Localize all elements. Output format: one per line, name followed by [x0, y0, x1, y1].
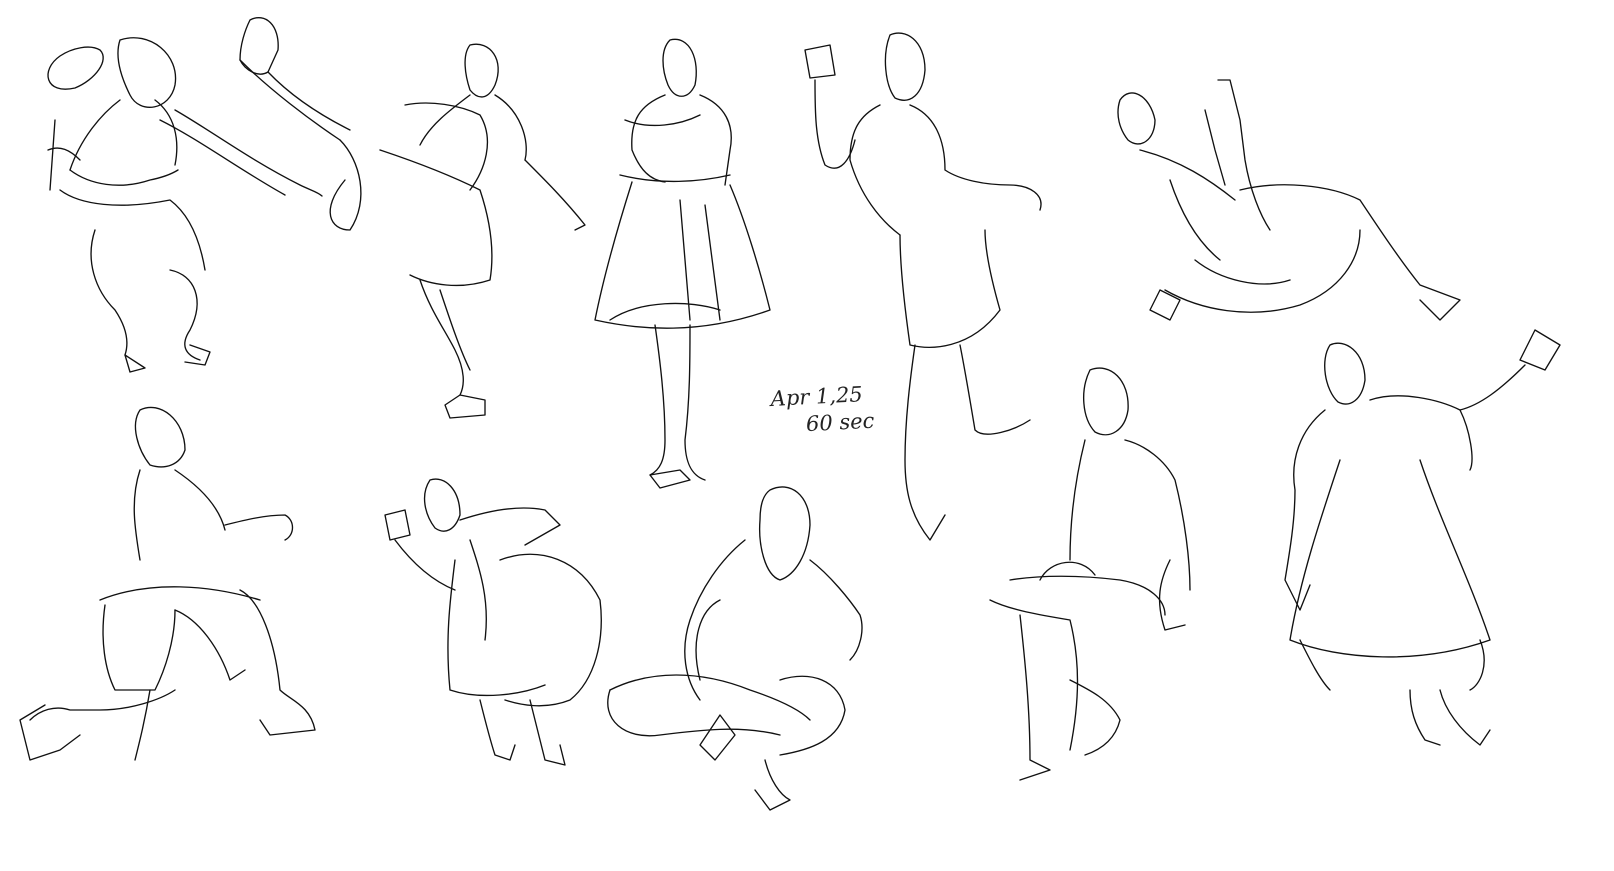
figure-floor-kick	[1117, 79, 1461, 321]
figure-sitting-cross-legged	[607, 486, 863, 811]
figure-arm-raised	[804, 32, 1042, 541]
figure-arm-up-dress	[1284, 329, 1561, 746]
figure-crouching-skirt	[384, 478, 602, 766]
annotation-duration: 60 sec	[805, 408, 875, 437]
figure-leaning-back	[47, 37, 323, 373]
sketch-canvas: Apr 1,25 60 sec	[0, 0, 1614, 871]
date-annotation: Apr 1,25 60 sec	[770, 381, 875, 440]
figure-standing-dress	[594, 38, 771, 489]
figure-seated-crossed-legs	[989, 367, 1191, 781]
figure-high-kick	[239, 17, 586, 419]
figure-kneeling	[19, 406, 316, 761]
